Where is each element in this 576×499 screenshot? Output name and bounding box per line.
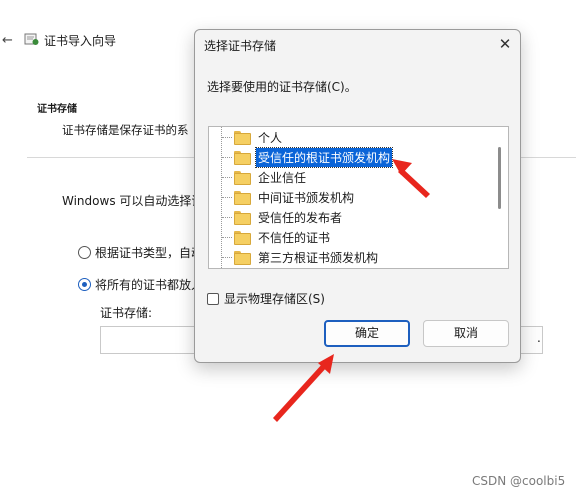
tree-connector	[222, 156, 232, 158]
section-subtitle: 证书存储是保存证书的系	[62, 123, 189, 137]
radio-manual-option[interactable]: 将所有的证书都放入	[78, 276, 195, 293]
tree-item-selected[interactable]: 受信任的根证书颁发机构	[209, 146, 394, 168]
tree-connector	[222, 196, 232, 198]
watermark: CSDN @coolbi5	[472, 474, 566, 488]
folder-icon	[234, 251, 251, 265]
auto-select-text: Windows 可以自动选择证	[62, 194, 202, 208]
show-physical-option[interactable]: 显示物理存储区(S)	[207, 290, 325, 307]
tree-item[interactable]: 受信任的发布者	[209, 208, 344, 226]
arrow-to-ok-button	[273, 354, 334, 422]
select-store-dialog: 选择证书存储 ✕ 选择要使用的证书存储(C)。 个人 受信任的根证书颁发机构 企…	[194, 29, 521, 363]
wizard-title: 证书导入向导	[44, 34, 117, 48]
show-physical-label: 显示物理存储区(S)	[224, 292, 325, 306]
store-label: 证书存储:	[100, 306, 153, 320]
tree-scrollbar[interactable]	[498, 147, 501, 209]
tree-connector	[222, 256, 232, 258]
store-input[interactable]	[100, 326, 200, 354]
tree-item-label: 受信任的根证书颁发机构	[254, 146, 394, 168]
folder-icon	[234, 171, 251, 185]
tree-item-label: 中间证书颁发机构	[258, 190, 355, 205]
show-physical-checkbox[interactable]	[207, 292, 219, 305]
folder-icon	[234, 151, 251, 165]
tree-connector	[222, 236, 232, 238]
ok-button[interactable]: 确定	[324, 320, 410, 347]
folder-icon	[234, 131, 251, 145]
tree-item-label: 个人	[258, 130, 283, 145]
tree-item[interactable]: 不信任的证书	[209, 228, 332, 246]
dialog-prompt: 选择要使用的证书存储(C)。	[207, 80, 357, 94]
tree-item[interactable]: 第三方根证书颁发机构	[209, 248, 380, 266]
tree-connector	[222, 136, 232, 138]
tree-item[interactable]: 中间证书颁发机构	[209, 188, 356, 206]
radio-auto[interactable]	[78, 246, 91, 259]
radio-manual[interactable]	[78, 278, 91, 291]
tree-item-label: 第三方根证书颁发机构	[258, 250, 379, 265]
certificate-icon	[24, 33, 39, 45]
folder-icon	[234, 211, 251, 225]
folder-icon	[234, 231, 251, 245]
tree-connector	[222, 176, 232, 178]
tree-item[interactable]: 企业信任	[209, 168, 308, 186]
dialog-title: 选择证书存储	[204, 39, 277, 53]
tree-connector	[222, 216, 232, 218]
folder-icon	[234, 191, 251, 205]
tree-item-label: 企业信任	[258, 170, 307, 185]
tree-item[interactable]: 个人	[209, 128, 284, 146]
radio-auto-option[interactable]: 根据证书类型，自动	[78, 244, 195, 261]
section-title: 证书存储	[37, 104, 77, 115]
radio-auto-label: 根据证书类型，自动	[95, 246, 195, 260]
back-arrow-icon[interactable]: ←	[2, 33, 13, 48]
tree-item-label: 受信任的发布者	[258, 210, 343, 225]
close-icon[interactable]: ✕	[495, 34, 515, 54]
tree-item-label: 不信任的证书	[258, 230, 331, 245]
browse-button-label: .	[537, 331, 541, 345]
cancel-button[interactable]: 取消	[423, 320, 509, 347]
store-tree[interactable]: 个人 受信任的根证书颁发机构 企业信任 中间证书颁发机构 受信任的发布者 不信任…	[208, 126, 509, 269]
radio-manual-label: 将所有的证书都放入	[95, 278, 195, 292]
